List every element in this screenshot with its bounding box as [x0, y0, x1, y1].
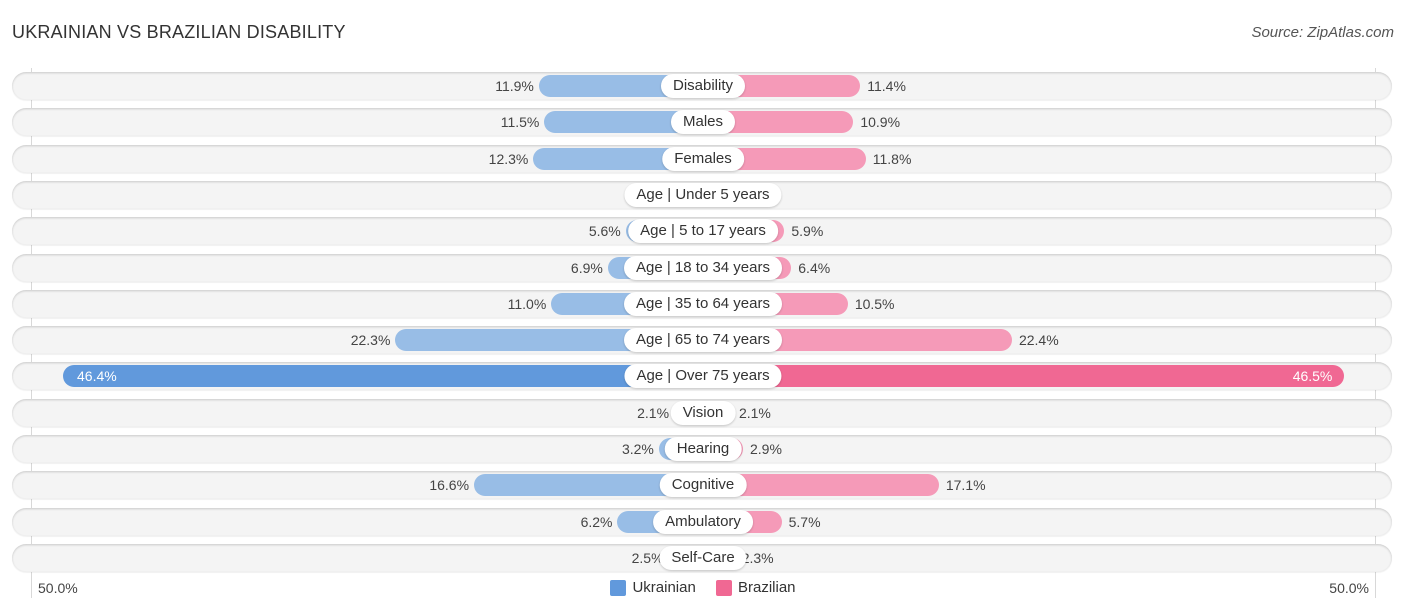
- bar-brazilian[interactable]: [703, 365, 1345, 388]
- category-label: Age | Under 5 years: [624, 182, 782, 207]
- category-label: Hearing: [664, 437, 742, 461]
- value-label-brazilian: 5.9%: [791, 223, 824, 240]
- value-label-brazilian: 6.4%: [798, 259, 831, 276]
- value-label-ukrainian: 11.0%: [507, 295, 547, 312]
- legend-item-brazilian[interactable]: Brazilian: [716, 579, 796, 596]
- legend-item-ukrainian[interactable]: Ukrainian: [610, 579, 696, 596]
- value-label-brazilian: 2.3%: [741, 549, 774, 566]
- value-label-ukrainian: 46.4%: [77, 368, 117, 385]
- value-label-ukrainian: 6.9%: [570, 259, 603, 276]
- legend-label-ukrainian: Ukrainian: [632, 579, 696, 596]
- legend-swatch-ukrainian: [610, 579, 627, 596]
- value-label-brazilian: 2.9%: [750, 441, 782, 457]
- value-label-brazilian: 10.9%: [860, 114, 901, 131]
- value-label-ukrainian: 16.6%: [429, 477, 470, 494]
- value-label-ukrainian: 22.3%: [350, 332, 391, 349]
- value-label-ukrainian: 11.9%: [495, 78, 534, 94]
- value-label-brazilian: 10.5%: [854, 295, 895, 312]
- category-label: Cognitive: [659, 473, 747, 498]
- value-label-ukrainian: 5.6%: [588, 223, 621, 240]
- category-label: Age | 18 to 34 years: [624, 255, 782, 280]
- bar-ukrainian[interactable]: [63, 365, 703, 388]
- category-label: Disability: [660, 74, 746, 98]
- category-label: Self-Care: [659, 545, 747, 570]
- value-label-ukrainian: 12.3%: [488, 150, 529, 167]
- category-label: Females: [662, 146, 744, 171]
- value-label-brazilian: 5.7%: [788, 513, 821, 530]
- legend-label-brazilian: Brazilian: [738, 579, 796, 596]
- category-label: Vision: [670, 400, 736, 425]
- value-label-ukrainian: 2.1%: [637, 404, 670, 421]
- value-label-ukrainian: 3.2%: [621, 441, 654, 457]
- value-label-brazilian: 17.1%: [945, 477, 986, 494]
- value-label-brazilian: 22.4%: [1018, 332, 1059, 349]
- value-label-brazilian: 11.4%: [867, 78, 906, 94]
- value-label-brazilian: 11.8%: [872, 150, 912, 167]
- legend-swatch-brazilian: [716, 579, 732, 596]
- category-label: Age | Over 75 years: [624, 364, 782, 389]
- value-label-ukrainian: 11.5%: [500, 114, 540, 131]
- legend: Ukrainian Brazilian: [0, 579, 1406, 600]
- category-label: Age | 65 to 74 years: [624, 328, 782, 353]
- category-label: Age | 35 to 64 years: [624, 291, 782, 316]
- category-label: Ambulatory: [653, 509, 753, 534]
- value-label-ukrainian: 6.2%: [580, 513, 613, 530]
- diverging-bar-chart: 11.9% 11.4% Disability 11.5% 10.9% Males 12.3%…: [0, 0, 1406, 612]
- category-label: Age | 5 to 17 years: [628, 219, 778, 244]
- category-label: Males: [670, 110, 736, 135]
- value-label-brazilian: 2.1%: [738, 404, 771, 421]
- value-label-brazilian: 46.5%: [1292, 368, 1333, 385]
